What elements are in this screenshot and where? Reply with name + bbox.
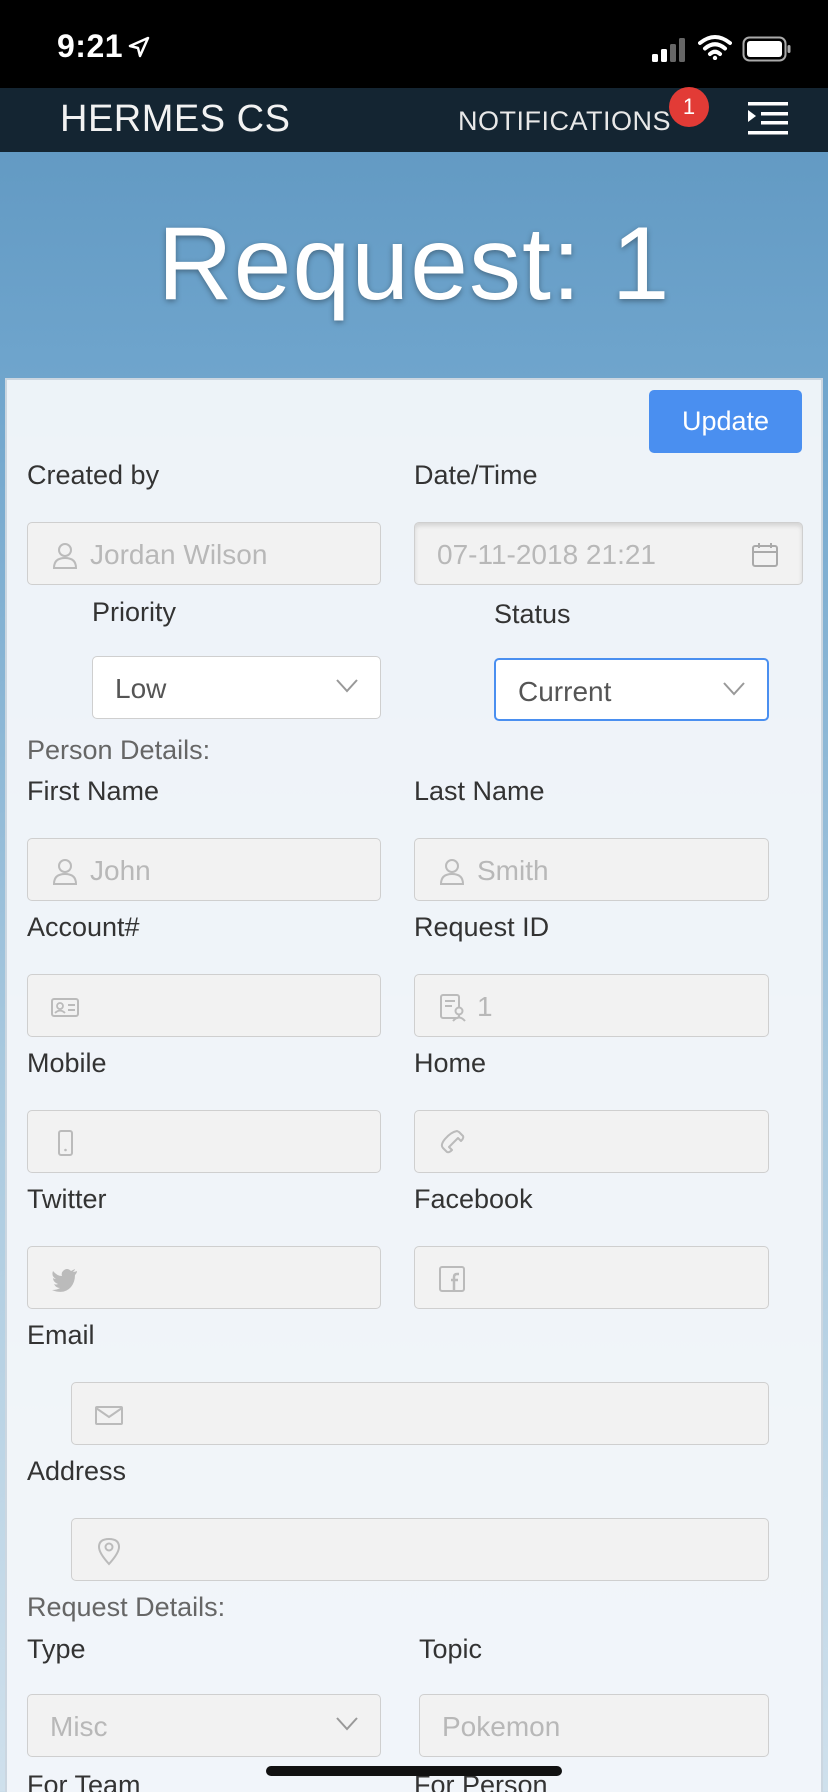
email-label: Email (27, 1320, 95, 1350)
envelope-icon (95, 1406, 123, 1425)
type-value: Misc (50, 1711, 108, 1742)
address-field[interactable] (71, 1518, 769, 1581)
user-icon (439, 859, 465, 885)
status-value: Current (518, 676, 612, 707)
notifications-badge[interactable]: 1 (669, 87, 709, 127)
phone-icon (440, 1130, 465, 1154)
address-label: Address (27, 1456, 127, 1486)
twitter-field[interactable] (27, 1246, 381, 1309)
account-label: Account# (27, 912, 140, 942)
chevron-down-icon (723, 682, 745, 696)
account-field[interactable] (27, 974, 381, 1037)
facebook-label: Facebook (414, 1184, 533, 1214)
first-name-field[interactable]: John (27, 838, 381, 901)
created-by-field[interactable]: Jordan Wilson (27, 522, 381, 585)
twitter-label: Twitter (27, 1184, 107, 1214)
status-time: 9:21 (57, 28, 124, 64)
last-name-value: Smith (477, 855, 549, 886)
mobile-label: Mobile (27, 1048, 107, 1078)
for-team-label: For Team (27, 1770, 141, 1792)
brand-logo[interactable]: HERMES CS (60, 98, 290, 141)
document-user-icon (440, 994, 466, 1022)
home-label: Home (414, 1048, 487, 1078)
notifications-link[interactable]: NOTIFICATIONS (458, 106, 671, 137)
user-icon (52, 543, 78, 569)
created-by-label: Created by (27, 460, 160, 490)
home-indicator[interactable] (266, 1766, 562, 1776)
calendar-icon[interactable] (750, 540, 780, 570)
request-id-field[interactable]: 1 (414, 974, 769, 1037)
chevron-down-icon (336, 679, 358, 693)
priority-select[interactable]: Low (92, 656, 381, 719)
status-select[interactable]: Current (494, 658, 769, 721)
request-id-value: 1 (477, 991, 493, 1022)
email-field[interactable] (71, 1382, 769, 1445)
cellular-signal-icon (652, 38, 685, 62)
date-time-label: Date/Time (414, 460, 538, 490)
first-name-label: First Name (27, 776, 160, 806)
topic-label: Topic (419, 1634, 483, 1664)
page-title: Request: 1 (157, 206, 671, 322)
facebook-field[interactable] (414, 1246, 769, 1309)
last-name-label: Last Name (414, 776, 545, 806)
mobile-field[interactable] (27, 1110, 381, 1173)
created-by-value: Jordan Wilson (90, 539, 268, 570)
battery-icon (742, 36, 791, 62)
last-name-field[interactable]: Smith (414, 838, 769, 901)
topic-value: Pokemon (442, 1711, 561, 1742)
id-card-icon (51, 998, 79, 1017)
request-id-label: Request ID (414, 912, 550, 942)
location-arrow-icon (128, 36, 150, 58)
user-icon (52, 859, 78, 885)
update-button[interactable]: Update (649, 390, 802, 453)
mobile-phone-icon (58, 1130, 73, 1156)
map-pin-icon (97, 1537, 121, 1566)
type-select[interactable]: Misc (27, 1694, 381, 1757)
facebook-icon (439, 1266, 465, 1292)
first-name-value: John (90, 855, 151, 886)
request-details-heading: Request Details: (27, 1592, 226, 1622)
chevron-down-icon (336, 1717, 358, 1731)
twitter-icon (52, 1269, 77, 1292)
wifi-icon (698, 35, 732, 60)
date-time-value: 07-11-2018 21:21 (437, 539, 656, 570)
person-details-heading: Person Details: (27, 735, 211, 765)
priority-value: Low (115, 673, 167, 704)
type-label: Type (27, 1634, 86, 1664)
status-label: Status (494, 599, 571, 629)
date-time-field[interactable]: 07-11-2018 21:21 (414, 522, 803, 585)
menu-icon[interactable] (748, 100, 788, 136)
topic-field[interactable]: Pokemon (419, 1694, 769, 1757)
priority-label: Priority (92, 597, 177, 627)
home-phone-field[interactable] (414, 1110, 769, 1173)
